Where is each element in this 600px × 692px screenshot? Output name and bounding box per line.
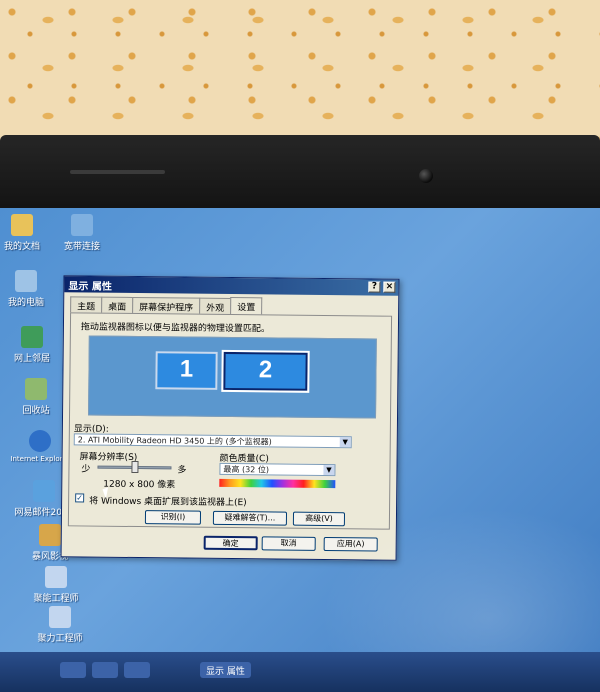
- chevron-down-icon: ▼: [339, 437, 351, 448]
- desktop-icon-label: 宽带连接: [63, 242, 100, 252]
- room-wallpaper: [0, 0, 600, 150]
- tab-screensaver[interactable]: 屏幕保护程序: [132, 296, 201, 314]
- desktop-icon-my-documents[interactable]: 我的文档: [0, 214, 52, 252]
- desktop-icon-app-7[interactable]: 聚能工程师: [26, 566, 86, 604]
- chevron-down-icon: ▼: [323, 464, 335, 476]
- recycle-bin-icon: [25, 378, 47, 400]
- dialog-titlebar[interactable]: 显示 属性 ? ×: [64, 276, 399, 296]
- desktop-icon-broadband[interactable]: 宽带连接: [52, 214, 112, 252]
- quick-launch-icon[interactable]: [60, 662, 86, 678]
- troubleshoot-button[interactable]: 疑难解答(T)...: [212, 510, 288, 526]
- settings-panel: 拖动监视器图标以便与监视器的物理设置匹配。 1 2 显示(D): 2. ATI …: [67, 312, 393, 530]
- desktop-icon-recycle-bin[interactable]: 回收站: [6, 378, 66, 416]
- tab-strip: 主题 桌面 屏幕保护程序 外观 设置: [70, 296, 263, 315]
- folder-icon: [11, 214, 33, 236]
- taskbar: 显示 属性: [0, 652, 600, 692]
- apply-button[interactable]: 应用(A): [323, 536, 378, 552]
- taskbar-window-button[interactable]: 显示 属性: [200, 662, 251, 678]
- resolution-value: 1280 x 800 像素: [103, 479, 176, 491]
- display-select-value: 2. ATI Mobility Radeon HD 3450 上的 (多个监视器…: [77, 435, 272, 447]
- monitor-hint: 拖动监视器图标以便与监视器的物理设置匹配。: [80, 322, 270, 335]
- computer-icon: [15, 270, 37, 292]
- desktop-icon-label: 聚能工程师: [33, 594, 79, 604]
- desktop-icon-label: 网上邻居: [13, 354, 50, 364]
- laptop-bezel: [0, 135, 600, 215]
- extend-desktop-checkbox[interactable]: ✓: [75, 493, 85, 503]
- desktop-icon-network-places[interactable]: 网上邻居: [2, 326, 62, 364]
- extend-desktop-label: 将 Windows 桌面扩展到该监视器上(E): [89, 496, 247, 509]
- quick-launch-icon[interactable]: [92, 662, 118, 678]
- resolution-more-label: 多: [177, 465, 187, 476]
- app-icon: [33, 480, 55, 502]
- desktop-icon-label: 我的文档: [3, 242, 40, 252]
- webcam-icon: [419, 169, 433, 183]
- desktop-icon-label: 我的电脑: [7, 298, 44, 308]
- app-icon: [49, 606, 71, 628]
- app-icon: [45, 566, 67, 588]
- ok-button[interactable]: 确定: [203, 535, 258, 551]
- color-quality-select[interactable]: 最高 (32 位) ▼: [219, 462, 336, 477]
- help-button[interactable]: ?: [368, 281, 381, 293]
- resolution-slider-thumb[interactable]: [131, 460, 139, 474]
- tab-theme[interactable]: 主题: [70, 296, 103, 313]
- dialog-title: 显示 属性: [68, 281, 112, 293]
- desktop-icon-app-8[interactable]: 聚力工程师: [30, 606, 90, 644]
- monitor-2[interactable]: 2: [221, 349, 310, 393]
- color-quality-value: 最高 (32 位): [223, 464, 270, 475]
- monitor-arrangement: 1 2: [88, 335, 377, 419]
- tab-desktop[interactable]: 桌面: [101, 296, 134, 313]
- monitor-1[interactable]: 1: [155, 351, 218, 390]
- desktop-icon-label: 回收站: [22, 406, 50, 416]
- identify-button[interactable]: 识别(I): [144, 510, 202, 525]
- tab-appearance[interactable]: 外观: [199, 297, 232, 315]
- bezel-slot: [70, 170, 165, 174]
- advanced-button[interactable]: 高级(V): [292, 511, 346, 527]
- close-button[interactable]: ×: [383, 281, 396, 293]
- desktop-icon-my-computer[interactable]: 我的电脑: [0, 270, 56, 308]
- display-properties-dialog: 显示 属性 ? × 主题 桌面 屏幕保护程序 外观 设置 拖动监视器图标以便与监…: [60, 275, 400, 561]
- cancel-button[interactable]: 取消: [261, 536, 316, 551]
- desktop-screen: 我的文档 宽带连接 我的电脑 网上邻居 回收站 Internet Explore…: [0, 208, 600, 692]
- tab-settings[interactable]: 设置: [230, 296, 263, 315]
- color-palette-preview: [219, 478, 336, 489]
- network-connection-icon: [71, 214, 93, 236]
- taskbar-window-label: 显示 属性: [206, 667, 245, 677]
- resolution-less-label: 少: [81, 464, 91, 475]
- quick-launch-icon[interactable]: [124, 662, 150, 678]
- internet-explorer-icon: [29, 430, 51, 452]
- video-icon: [39, 524, 61, 546]
- network-icon: [21, 326, 43, 348]
- desktop-icon-label: 聚力工程师: [37, 634, 83, 644]
- display-select[interactable]: 2. ATI Mobility Radeon HD 3450 上的 (多个监视器…: [73, 433, 352, 449]
